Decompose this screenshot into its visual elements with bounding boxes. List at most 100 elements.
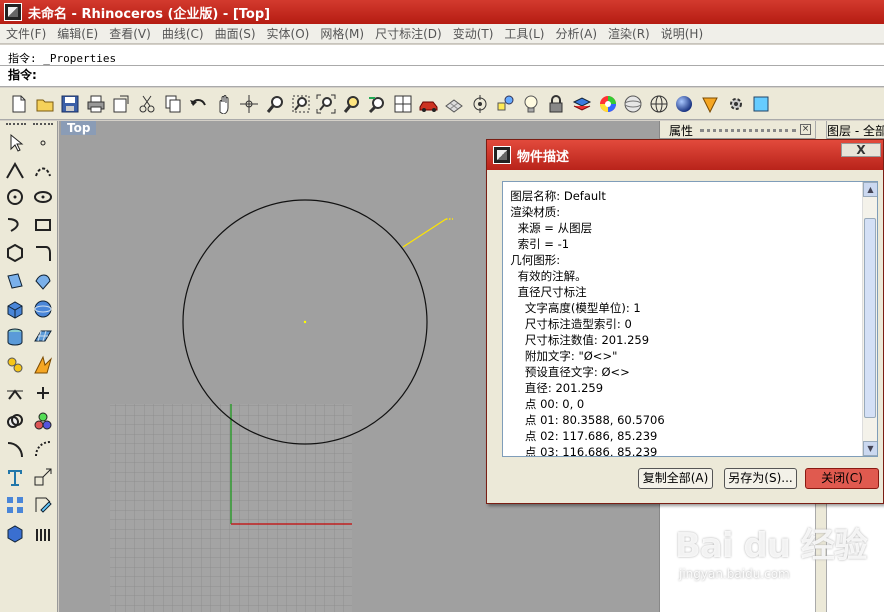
boolean-icon[interactable] (3, 409, 27, 433)
tab-properties[interactable]: 属性 (669, 122, 693, 139)
cone-icon[interactable] (699, 93, 721, 115)
dialog-text-content: 图层名称: Default 渲染材质: 来源 = 从图层 索引 = -1 几何图… (503, 182, 863, 456)
point-icon[interactable] (469, 93, 491, 115)
text-line: 索引 = -1 (503, 237, 570, 251)
text-line: 尺寸标注造型索引: 0 (503, 317, 632, 331)
text-line: 图层名称: Default (503, 189, 606, 203)
more-icon[interactable] (750, 93, 772, 115)
zoom-extents-icon[interactable] (315, 93, 337, 115)
settings-icon[interactable] (725, 93, 747, 115)
zoom-selected-icon[interactable] (341, 93, 363, 115)
fillet-icon[interactable] (3, 437, 27, 461)
menu-solid[interactable]: 实体(O) (261, 25, 315, 42)
menu-transform[interactable]: 变动(T) (447, 25, 499, 42)
zoom-window-icon[interactable] (290, 93, 312, 115)
sphere-icon[interactable] (622, 93, 644, 115)
box-icon[interactable] (3, 297, 27, 321)
ellipse-icon[interactable] (31, 185, 55, 209)
watermark-logo: Bai du 经验 (675, 526, 868, 566)
plane-icon[interactable] (443, 93, 465, 115)
split-icon[interactable] (31, 381, 55, 405)
dialog-text-box[interactable]: 图层名称: Default 渲染材质: 来源 = 从图层 索引 = -1 几何图… (502, 181, 878, 457)
explode-icon[interactable] (31, 353, 55, 377)
undo-icon[interactable] (187, 93, 209, 115)
patch-icon[interactable] (31, 325, 55, 349)
menu-analyze[interactable]: 分析(A) (549, 25, 602, 42)
zoom-prev-icon[interactable] (366, 93, 388, 115)
copy-all-button[interactable]: 复制全部(A) (638, 468, 713, 489)
grid-tool-icon[interactable] (31, 521, 55, 545)
print-icon[interactable] (85, 93, 107, 115)
pan-icon[interactable] (213, 93, 235, 115)
circle-center-point (303, 320, 307, 324)
polyline-icon[interactable] (3, 159, 27, 183)
zoom-icon[interactable] (264, 93, 286, 115)
title-bar: 未命名 - Rhinoceros (企业版) - [Top] (0, 0, 884, 24)
array-icon[interactable] (3, 493, 27, 517)
surface-icon[interactable] (3, 269, 27, 293)
cut-icon[interactable] (136, 93, 158, 115)
command-line[interactable]: 指令: (0, 65, 884, 85)
circle-icon[interactable] (3, 185, 27, 209)
close-button[interactable]: 关闭(C) (805, 468, 879, 489)
render-sphere-icon[interactable] (673, 93, 695, 115)
menu-file[interactable]: 文件(F) (0, 25, 51, 42)
arc-icon[interactable] (31, 437, 55, 461)
menu-bar: 文件(F) 编辑(E) 查看(V) 曲线(C) 曲面(S) 实体(O) 网格(M… (0, 24, 884, 44)
loft-icon[interactable] (31, 269, 55, 293)
lock-icon[interactable] (545, 93, 567, 115)
four-viewports-icon[interactable] (392, 93, 414, 115)
toolbar-grip[interactable] (33, 123, 53, 129)
curve-edit-icon[interactable] (31, 159, 55, 183)
select-arrow-icon[interactable] (3, 131, 27, 155)
draw-tool-icon[interactable] (31, 493, 55, 517)
menu-view[interactable]: 查看(V) (103, 25, 156, 42)
dialog-close-icon[interactable]: X (841, 143, 881, 157)
color-wheel-icon[interactable] (597, 93, 619, 115)
mesh-tools-icon[interactable] (3, 353, 27, 377)
tab-layers[interactable]: 图层 - 全部 (827, 122, 884, 139)
menu-render[interactable]: 渲染(R) (602, 25, 655, 42)
scale-icon[interactable] (31, 465, 55, 489)
curve-icon[interactable] (3, 213, 27, 237)
menu-help[interactable]: 说明(H) (655, 25, 708, 42)
menu-tools[interactable]: 工具(L) (498, 25, 549, 42)
baidu-watermark: Bai du 经验 jingyan.baidu.com (675, 518, 868, 581)
wire-sphere-icon[interactable] (648, 93, 670, 115)
menu-edit[interactable]: 编辑(E) (51, 25, 103, 42)
group-icon[interactable] (31, 409, 55, 433)
menu-surface[interactable]: 曲面(S) (209, 25, 261, 42)
car-icon[interactable] (418, 93, 440, 115)
save-icon[interactable] (59, 93, 81, 115)
scroll-down-icon[interactable]: ▼ (863, 441, 877, 456)
cylinder-icon[interactable] (3, 325, 27, 349)
dialog-title-bar[interactable]: 物件描述 X (487, 140, 883, 170)
panel-close-icon[interactable]: × (800, 124, 811, 135)
layer-icon[interactable] (571, 93, 593, 115)
scroll-thumb[interactable] (864, 218, 876, 418)
polygon-icon[interactable] (3, 241, 27, 265)
panel-grip[interactable] (700, 129, 796, 132)
light-icon[interactable] (520, 93, 542, 115)
osnap-icon[interactable] (494, 93, 516, 115)
import-icon[interactable] (110, 93, 132, 115)
open-file-icon[interactable] (34, 93, 56, 115)
sphere-tool-icon[interactable] (31, 297, 55, 321)
copy-icon[interactable] (162, 93, 184, 115)
scroll-up-icon[interactable]: ▲ (863, 182, 877, 197)
solid-box-icon[interactable] (3, 521, 27, 545)
new-file-icon[interactable] (8, 93, 30, 115)
toolbar-grip[interactable] (6, 123, 26, 129)
save-as-button[interactable]: 另存为(S)... (724, 468, 797, 489)
dialog-scrollbar[interactable]: ▲ ▼ (862, 182, 877, 456)
dimension-icon[interactable] (3, 381, 27, 405)
point-tool-icon[interactable] (31, 131, 55, 155)
menu-dimension[interactable]: 尺寸标注(D) (369, 25, 447, 42)
viewport-label[interactable]: Top (61, 121, 97, 135)
rectangle-icon[interactable] (31, 213, 55, 237)
menu-mesh[interactable]: 网格(M) (314, 25, 369, 42)
extend-curve-icon[interactable] (31, 241, 55, 265)
menu-curve[interactable]: 曲线(C) (156, 25, 209, 42)
rotate-view-icon[interactable] (238, 93, 260, 115)
text-icon[interactable] (3, 465, 27, 489)
